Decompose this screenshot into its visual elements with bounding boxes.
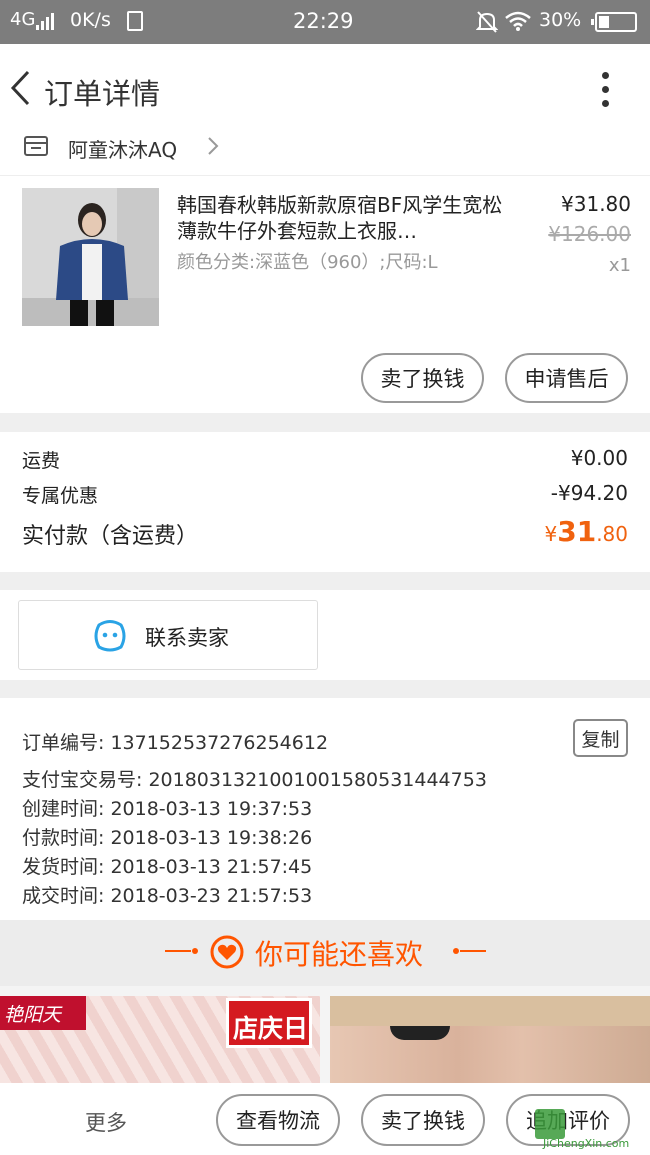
shipping-label: 运费: [22, 450, 61, 472]
battery-icon: [591, 12, 637, 32]
product-sku: 颜色分类:深蓝色（960）;尺码:L: [177, 252, 438, 273]
recommend-item-1[interactable]: 艳阳天 店庆日: [0, 996, 320, 1083]
paid-time: 付款时间: 2018-03-13 19:38:26: [22, 827, 313, 849]
shipped-time: 发货时间: 2018-03-13 21:57:45: [22, 856, 313, 878]
view-logistics-button[interactable]: 查看物流: [216, 1094, 340, 1146]
product-quantity: x1: [608, 255, 631, 276]
more-options-icon[interactable]: [592, 70, 620, 110]
sell-for-cash-bottom-button[interactable]: 卖了换钱: [361, 1094, 485, 1146]
page-title: 订单详情: [44, 77, 161, 111]
apply-after-sales-button[interactable]: 申请售后: [505, 353, 628, 403]
completed-time: 成交时间: 2018-03-23 21:57:53: [22, 885, 313, 907]
recommend-title: 你可能还喜欢: [255, 938, 424, 971]
contact-seller-button[interactable]: 联系卖家: [18, 600, 318, 670]
fabric-texture: [330, 996, 650, 1026]
watermark-logo-icon: [535, 1109, 565, 1139]
wifi-icon: [505, 11, 531, 31]
paid-integer: 31: [557, 515, 597, 548]
alipay-trade-number: 支付宝交易号: 2018031321001001580531444753: [22, 769, 487, 791]
right-decor-line-icon: [453, 948, 486, 954]
recommend-item-2[interactable]: [330, 996, 650, 1083]
paid-decimal: .80: [596, 522, 628, 546]
nav-bar: 订单详情: [0, 44, 650, 132]
shop-name[interactable]: 阿童沐沐AQ: [68, 134, 177, 163]
paid-amount-label: 实付款（含运费）: [22, 524, 199, 549]
discount-label: 专属优惠: [22, 485, 99, 507]
chat-face-icon: [94, 620, 126, 652]
more-link[interactable]: 更多: [85, 1107, 127, 1137]
back-arrow-icon[interactable]: [8, 68, 32, 108]
dark-garment: [390, 1026, 450, 1040]
watermark-site: JiChengXin.com: [543, 1137, 630, 1150]
signal-icon: [36, 12, 58, 30]
discount-value: -¥94.20: [550, 481, 628, 505]
order-number: 订单编号: 137152537276254612: [22, 732, 329, 754]
chevron-right-icon[interactable]: [206, 135, 220, 157]
product-price: ¥31.80: [561, 192, 631, 216]
product-image[interactable]: [22, 188, 159, 326]
product-title[interactable]: 韩国春秋韩版新款原宿BF风学生宽松薄款牛仔外套短款上衣服…: [177, 192, 507, 244]
created-time: 创建时间: 2018-03-13 19:37:53: [22, 798, 313, 820]
battery-level: [599, 16, 609, 28]
heart-icon: [210, 935, 244, 969]
mute-notification-icon: [476, 11, 498, 33]
left-decor-line-icon: [165, 948, 198, 954]
clock: 22:29: [293, 9, 354, 33]
shipping-value: ¥0.00: [570, 446, 628, 470]
sell-for-cash-button[interactable]: 卖了换钱: [361, 353, 484, 403]
product-original-price: ¥126.00: [548, 222, 631, 246]
network-type: 4G: [10, 9, 36, 30]
brand-text: 艳阳天: [4, 1004, 62, 1026]
network-speed: 0K/s: [70, 9, 111, 31]
promo-badge: 店庆日: [226, 998, 312, 1048]
brand-badge: 艳阳天: [0, 996, 86, 1030]
legs-photo: [330, 1026, 650, 1083]
status-bar: 4G 0K/s 22:29 30%: [0, 0, 650, 44]
watermark: JiChengXin.com: [535, 1103, 645, 1153]
copy-button[interactable]: 复制: [573, 719, 628, 757]
paid-currency: ¥: [544, 522, 558, 546]
divider: [0, 175, 650, 176]
shop-icon: [24, 136, 48, 156]
sim-icon: [127, 11, 143, 31]
battery-percent: 30%: [539, 9, 582, 31]
paid-amount-value: ¥31.80: [544, 515, 628, 548]
promo-text: 店庆日: [233, 1014, 309, 1043]
contact-seller-label: 联系卖家: [145, 626, 229, 650]
